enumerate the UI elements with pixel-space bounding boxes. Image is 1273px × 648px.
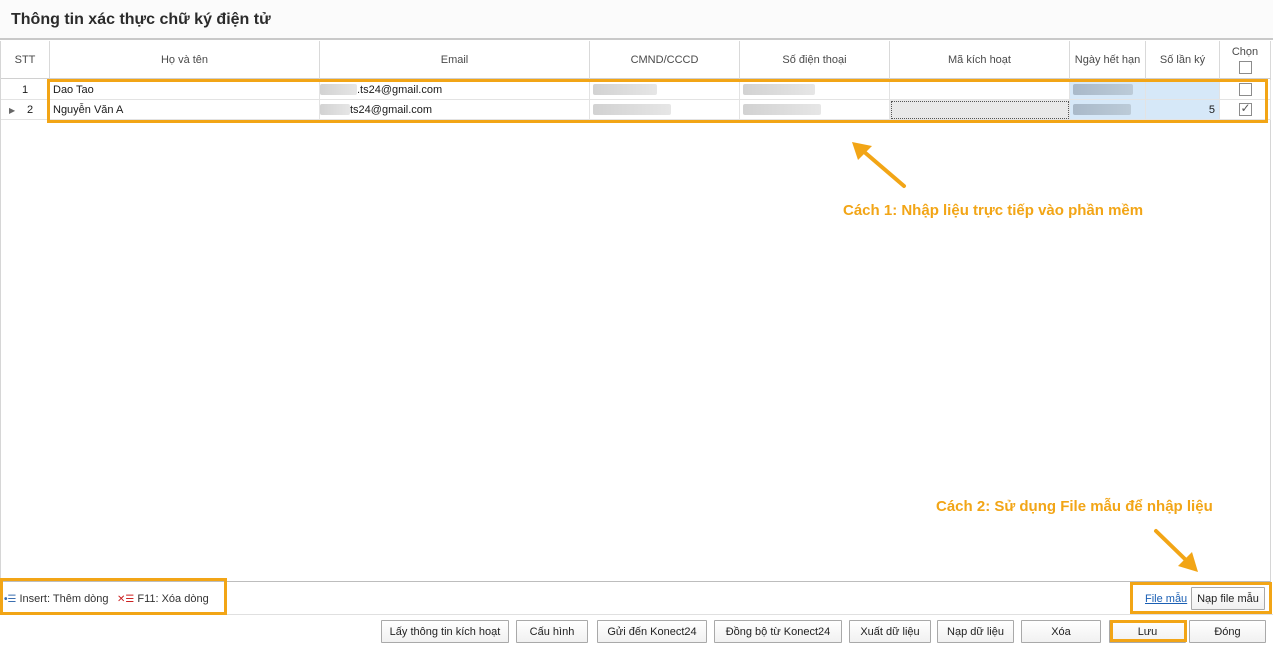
- select-cell[interactable]: [1220, 80, 1271, 100]
- sign-count-cell[interactable]: [1146, 80, 1220, 100]
- select-all-checkbox[interactable]: [1238, 61, 1252, 74]
- id-cell[interactable]: [590, 80, 740, 100]
- email-text: ts24@gmail.com: [350, 103, 433, 116]
- redacted-text: [593, 84, 657, 95]
- redacted-text: [593, 104, 671, 115]
- phone-cell[interactable]: [740, 80, 890, 100]
- redacted-text: [743, 104, 821, 115]
- email-text: .ts24@gmail.com: [357, 83, 443, 96]
- column-header-sign-count[interactable]: Số lần ký: [1146, 41, 1220, 79]
- load-template-button[interactable]: Nạp file mẫu: [1191, 587, 1265, 610]
- import-data-button[interactable]: Nạp dữ liệu: [937, 620, 1014, 643]
- name-cell[interactable]: Dao Tao: [50, 80, 320, 100]
- send-konect24-button[interactable]: Gửi đến Konect24: [597, 620, 707, 643]
- insert-hint: •☰ Insert: Thêm dòng: [4, 593, 109, 605]
- grid-footer: •☰ Insert: Thêm dòng ✕☰ F11: Xóa dòng Fi…: [0, 583, 1273, 615]
- column-header-activation-code[interactable]: Mã kích hoạt: [890, 41, 1070, 79]
- row-checkbox[interactable]: [1238, 101, 1252, 116]
- column-header-stt[interactable]: STT: [1, 41, 50, 79]
- expiry-cell[interactable]: [1070, 100, 1146, 120]
- redacted-text: [1073, 84, 1133, 95]
- redacted-text: [320, 84, 357, 95]
- arrow-icon: [852, 142, 906, 188]
- title-bar: Thông tin xác thực chữ ký điện tử: [0, 0, 1273, 40]
- add-row-icon: •☰: [4, 593, 17, 605]
- template-file-link[interactable]: File mẫu: [1145, 593, 1187, 605]
- row-stt: 1: [1, 80, 50, 100]
- sign-count-cell[interactable]: 5: [1146, 100, 1220, 120]
- id-cell[interactable]: [590, 100, 740, 120]
- export-data-button[interactable]: Xuất dữ liệu: [849, 620, 931, 643]
- window-title: Thông tin xác thực chữ ký điện tử: [11, 11, 271, 28]
- save-button[interactable]: Lưu: [1109, 620, 1186, 643]
- column-header-name[interactable]: Họ và tên: [50, 41, 320, 79]
- column-header-select[interactable]: Chọn: [1220, 41, 1271, 79]
- expiry-cell[interactable]: [1070, 80, 1146, 100]
- method-1-annotation: Cách 1: Nhập liệu trực tiếp vào phần mềm: [843, 202, 1144, 219]
- delete-hint: ✕☰ F11: Xóa dòng: [117, 593, 209, 605]
- column-header-id[interactable]: CMND/CCCD: [590, 41, 740, 79]
- delete-row-icon: ✕☰: [117, 593, 135, 605]
- delete-hint-label: F11: Xóa dòng: [137, 593, 209, 605]
- column-header-phone[interactable]: Số điện thoại: [740, 41, 890, 79]
- redacted-text: [1073, 104, 1131, 115]
- close-button[interactable]: Đóng: [1189, 620, 1266, 643]
- name-cell[interactable]: Nguyễn Văn A: [50, 100, 320, 120]
- redacted-text: [743, 84, 815, 95]
- sync-konect24-button[interactable]: Đồng bộ từ Konect24: [714, 620, 842, 643]
- column-header-email[interactable]: Email: [320, 41, 590, 79]
- activation-code-cell[interactable]: [890, 80, 1070, 100]
- arrow-icon: [1154, 529, 1198, 572]
- row-stt: 2: [1, 100, 50, 120]
- row-checkbox[interactable]: [1238, 83, 1252, 96]
- get-activation-button[interactable]: Lấy thông tin kích hoạt: [381, 620, 509, 643]
- delete-button[interactable]: Xóa: [1021, 620, 1101, 643]
- column-header-expiry[interactable]: Ngày hết hạn: [1070, 41, 1146, 79]
- config-button[interactable]: Cấu hình: [516, 620, 588, 643]
- method-2-annotation: Cách 2: Sử dụng File mẫu để nhập liệu: [936, 498, 1213, 515]
- activation-code-cell[interactable]: [890, 100, 1070, 120]
- email-cell[interactable]: .ts24@gmail.com: [320, 80, 590, 100]
- select-cell[interactable]: [1220, 100, 1271, 120]
- phone-cell[interactable]: [740, 100, 890, 120]
- redacted-text: [320, 104, 350, 115]
- email-cell[interactable]: ts24@gmail.com: [320, 100, 590, 120]
- insert-hint-label: Insert: Thêm dòng: [19, 593, 109, 605]
- select-header-label: Chọn: [1231, 46, 1259, 58]
